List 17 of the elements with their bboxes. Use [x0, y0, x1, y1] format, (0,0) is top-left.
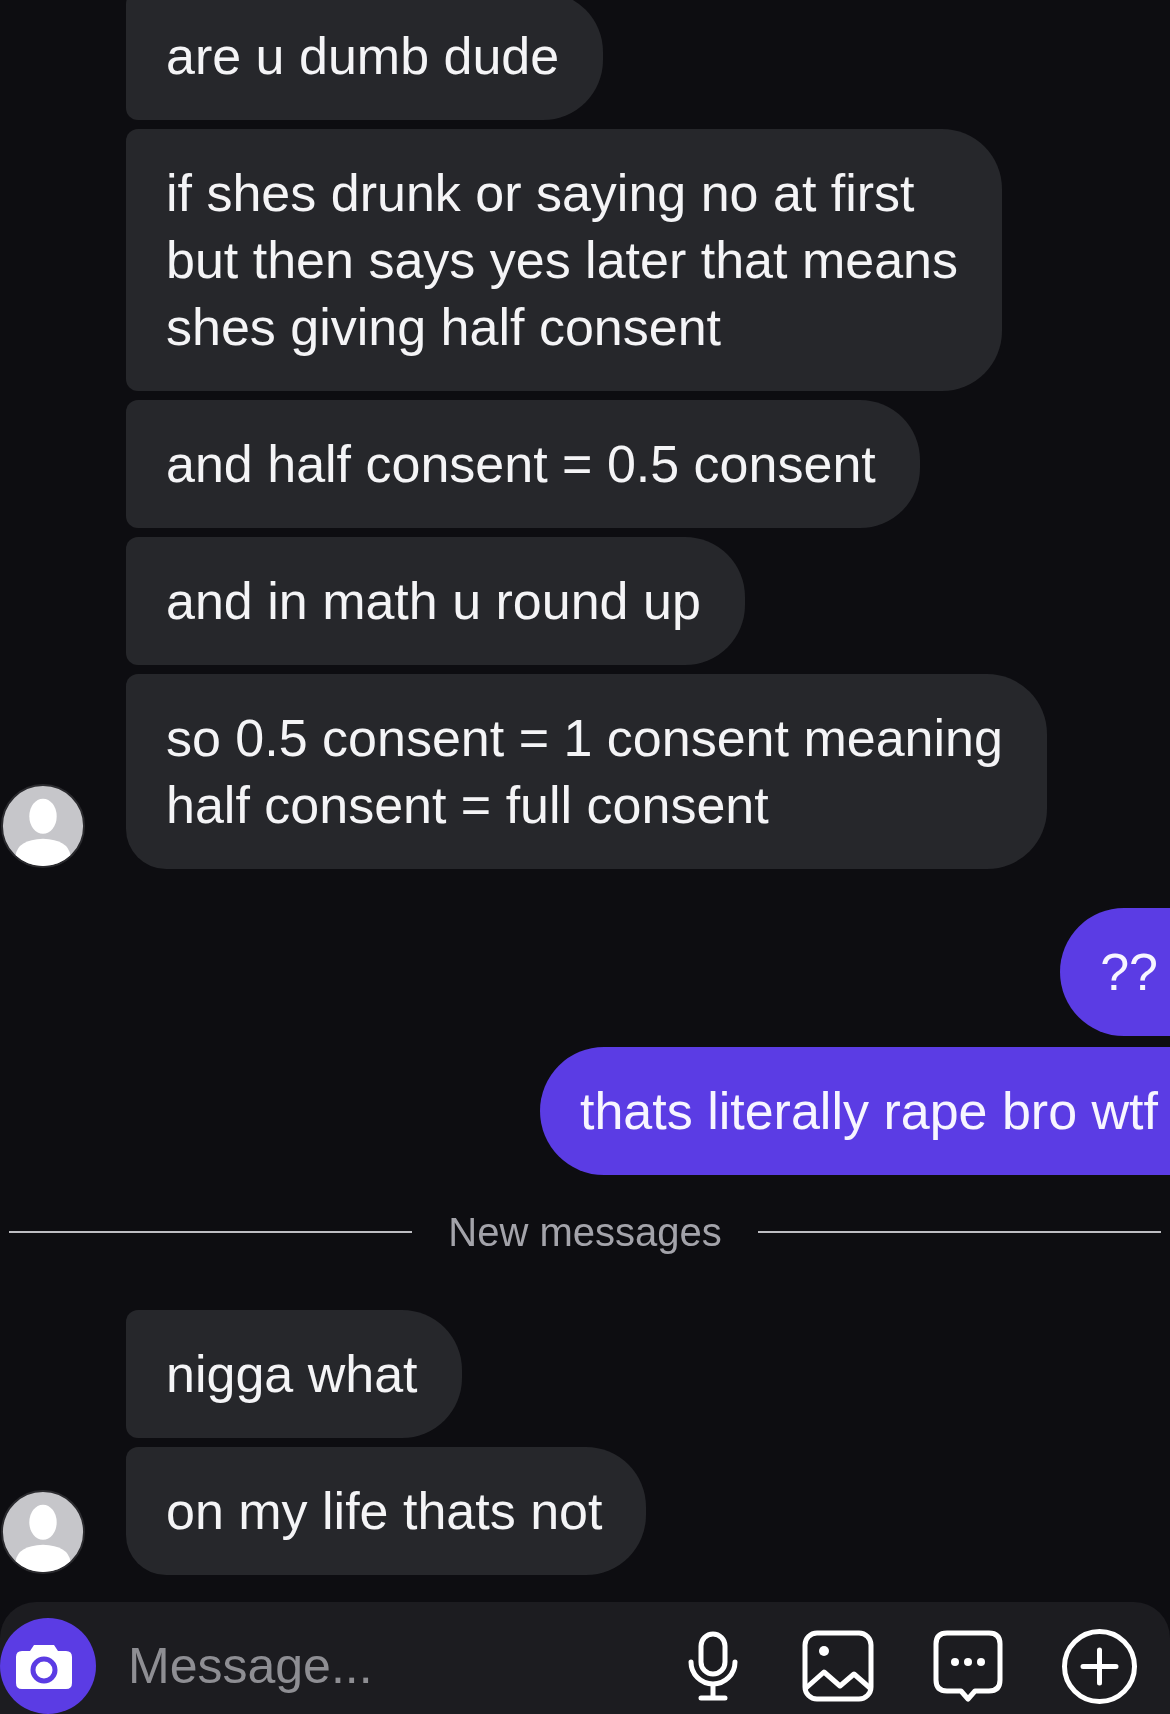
message-composer-bar[interactable]: Message... [0, 1602, 1170, 1714]
message-bubble: nigga what [126, 1310, 462, 1438]
message-bubble: on my life thats not [126, 1447, 647, 1575]
plus-icon[interactable] [1061, 1627, 1138, 1705]
message-bubble: and half consent = 0.5 consent [126, 400, 920, 528]
message-bubble: are u dumb dude [126, 0, 604, 120]
message-bubble: ?? [1060, 908, 1170, 1036]
avatar-icon [0, 783, 86, 869]
message-field[interactable]: Message... [128, 1631, 648, 1701]
new-messages-label: New messages [448, 1210, 722, 1254]
image-icon[interactable] [802, 1630, 874, 1702]
message-bubble: so 0.5 consent = 1 consent meaning half consent = full consent [126, 674, 1047, 869]
chat-bubble-icon[interactable] [933, 1630, 1003, 1702]
message-bubble: thats literally rape bro wtf [539, 1047, 1170, 1175]
message-bubble: and in math u round up [126, 537, 745, 665]
message-bubble: if shes drunk or saying no at first but then says yes later that means shes giving half consent [126, 129, 1002, 391]
avatar-icon [0, 1489, 86, 1575]
